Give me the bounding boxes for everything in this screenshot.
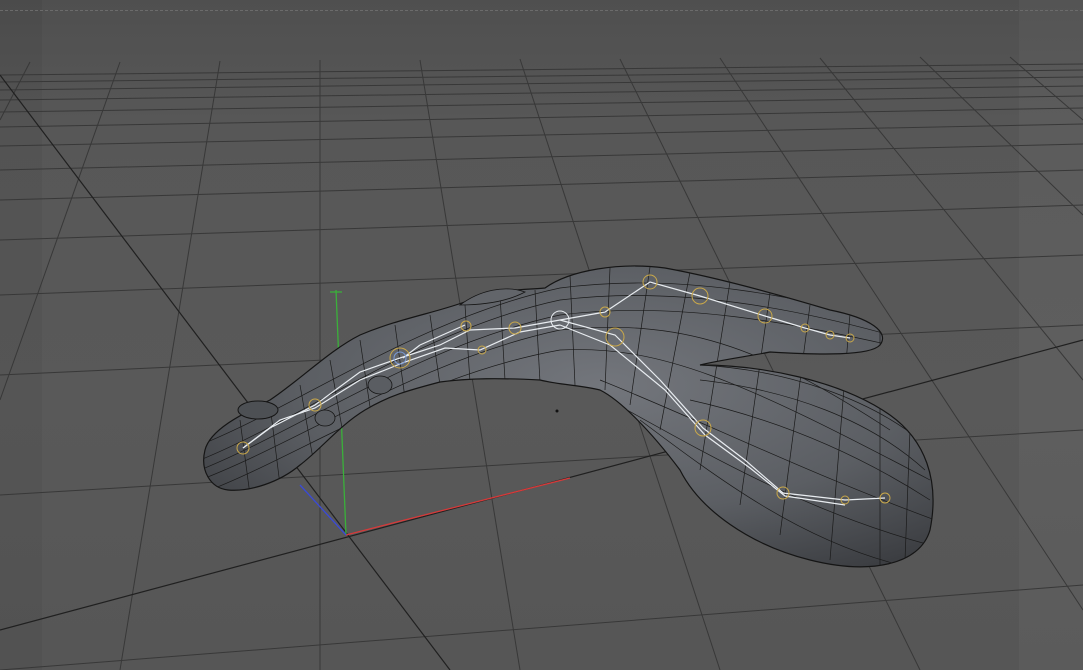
scene-canvas[interactable] bbox=[0, 0, 1083, 670]
axis-x-line bbox=[345, 477, 571, 536]
3d-viewport[interactable] bbox=[0, 0, 1083, 670]
mesh-detail-nub bbox=[237, 400, 279, 420]
mesh-surface bbox=[203, 265, 934, 568]
viewport-marker-dot bbox=[555, 409, 559, 413]
mesh-object[interactable] bbox=[200, 265, 935, 570]
axis-z-line bbox=[299, 484, 347, 536]
mesh-detail-bump bbox=[367, 375, 393, 395]
mesh-detail-bump bbox=[314, 409, 336, 427]
